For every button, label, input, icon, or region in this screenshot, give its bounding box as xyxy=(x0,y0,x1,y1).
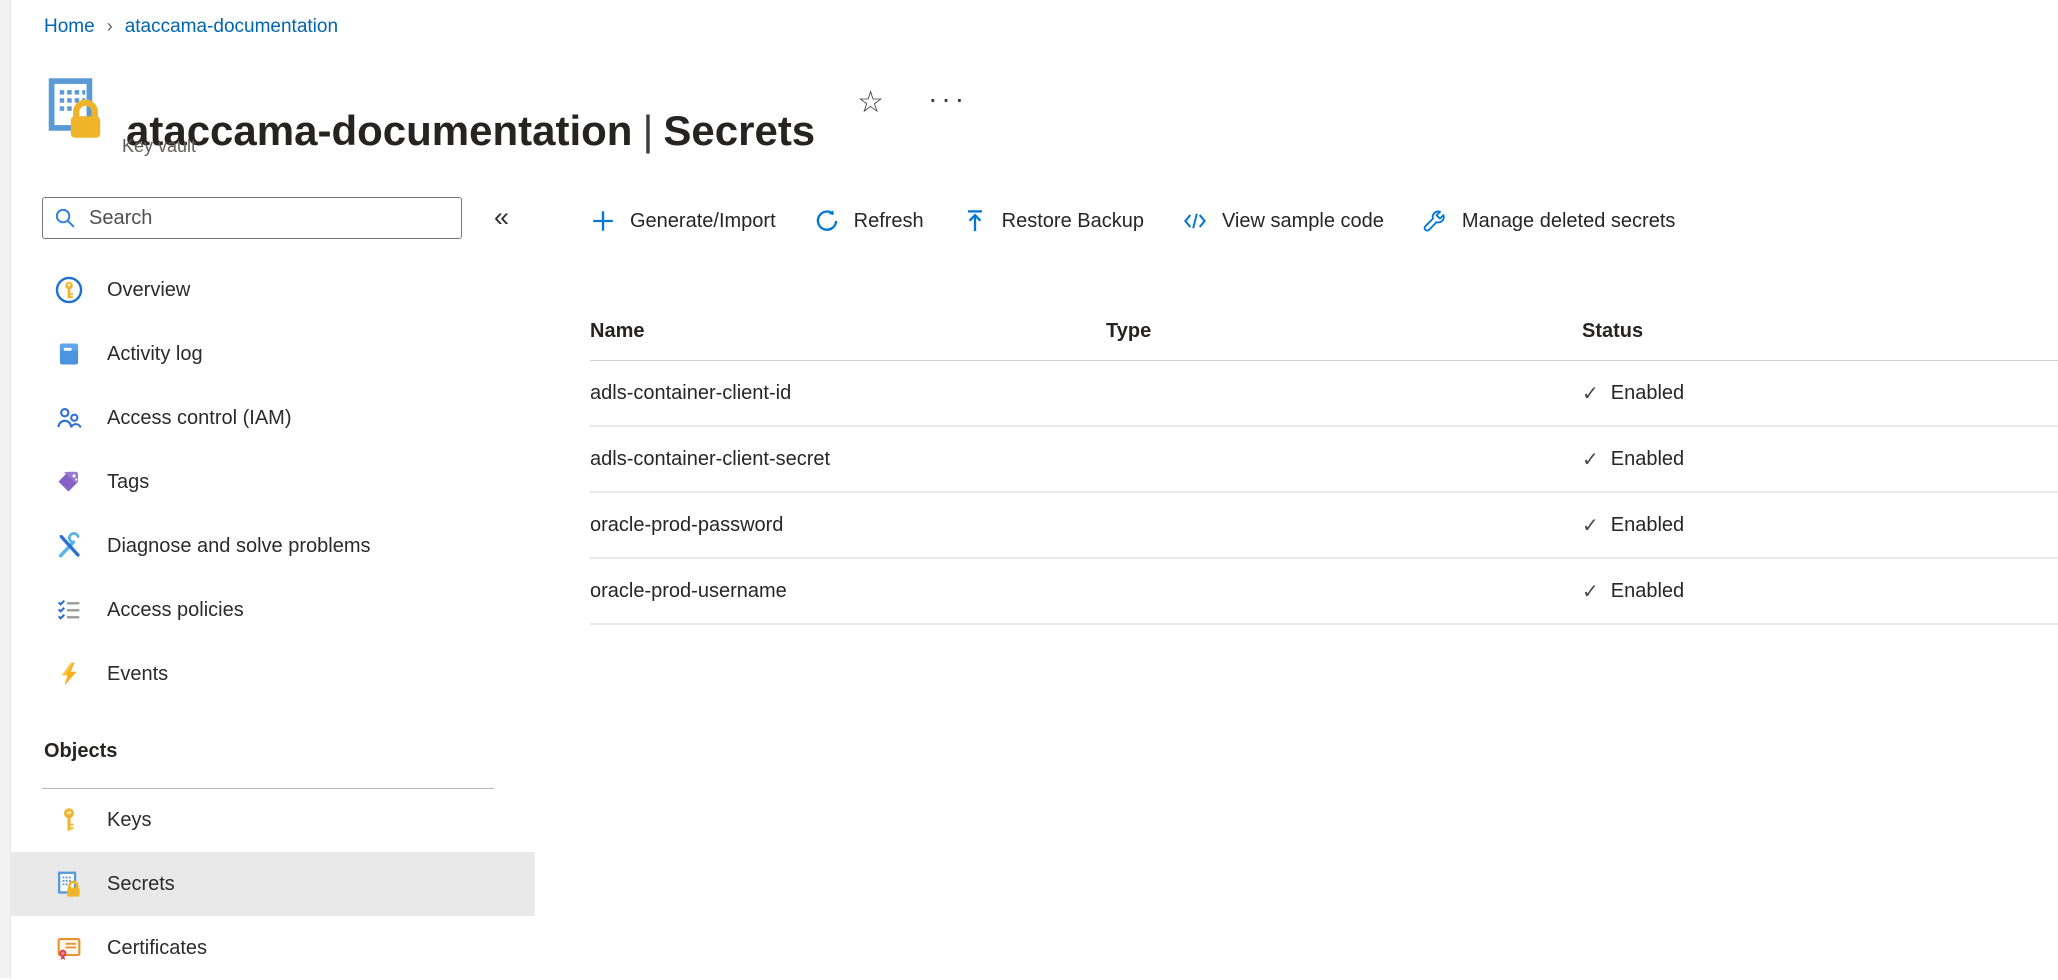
toolbar-button[interactable]: Generate/Import xyxy=(590,208,776,234)
table-row[interactable]: oracle-prod-password ✓ Enabled xyxy=(590,493,2058,559)
page-title: ataccama-documentation|Secrets xyxy=(126,102,815,160)
sidebar-item-label: Certificates xyxy=(107,937,207,960)
people-icon xyxy=(55,404,83,432)
key-vault-icon xyxy=(42,74,108,144)
toolbar-button[interactable]: View sample code xyxy=(1182,208,1384,234)
sidebar-item[interactable]: Activity log xyxy=(10,322,535,386)
sidebar-collapse-chevron-icon[interactable]: « xyxy=(494,202,509,233)
sidebar-item[interactable]: Events xyxy=(10,642,535,706)
search-input[interactable] xyxy=(87,206,451,231)
sidebar-item[interactable]: Overview xyxy=(10,258,535,322)
secret-name: oracle-prod-username xyxy=(590,580,1106,603)
certificate-icon xyxy=(55,934,83,962)
toolbar-button-label: Manage deleted secrets xyxy=(1462,210,1675,233)
sidebar-item-label: Diagnose and solve problems xyxy=(107,535,371,558)
enabled-check-icon: ✓ xyxy=(1582,447,1599,472)
secret-status: ✓ Enabled xyxy=(1582,447,2058,472)
sidebar-item[interactable]: Secrets xyxy=(10,852,535,916)
sidebar-item-label: Events xyxy=(107,663,168,686)
book-icon xyxy=(55,340,83,368)
secret-name: oracle-prod-password xyxy=(590,514,1106,537)
resource-type-subtitle: Key vault xyxy=(122,136,196,157)
toolbar-button[interactable]: Restore Backup xyxy=(962,208,1144,234)
enabled-check-icon: ✓ xyxy=(1582,381,1599,406)
toolbar-button[interactable]: Refresh xyxy=(814,208,924,234)
breadcrumb-home-link[interactable]: Home xyxy=(44,16,95,38)
wrench-icon xyxy=(1422,208,1448,234)
sidebar-item[interactable]: Diagnose and solve problems xyxy=(10,514,535,578)
upload-arrow-icon xyxy=(962,208,988,234)
status-badge: Enabled xyxy=(1611,514,1684,537)
sidebar-item[interactable]: Tags xyxy=(10,450,535,514)
column-header-type[interactable]: Type xyxy=(1106,320,1582,343)
status-badge: Enabled xyxy=(1611,448,1684,471)
table-row[interactable]: adls-container-client-id ✓ Enabled xyxy=(590,361,2058,427)
command-bar: Generate/Import Refresh Restore Backup V… xyxy=(590,198,1675,244)
secret-name: adls-container-client-secret xyxy=(590,448,1106,471)
sidebar-item-label: Overview xyxy=(107,279,190,302)
breadcrumb: Home › ataccama-documentation xyxy=(44,16,338,38)
breadcrumb-separator-icon: › xyxy=(107,16,113,37)
sidebar-item[interactable]: Access control (IAM) xyxy=(10,386,535,450)
key-icon xyxy=(55,806,83,834)
more-options-ellipsis-icon[interactable]: ··· xyxy=(928,85,968,113)
column-header-name[interactable]: Name xyxy=(590,320,1106,343)
lightning-icon xyxy=(55,660,83,688)
code-icon xyxy=(1182,208,1208,234)
secret-name: adls-container-client-id xyxy=(590,382,1106,405)
sidebar-item[interactable]: Keys xyxy=(10,788,535,852)
key-circle-icon xyxy=(55,276,83,304)
search-icon xyxy=(53,206,77,230)
secret-status: ✓ Enabled xyxy=(1582,579,2058,604)
plus-icon xyxy=(590,208,616,234)
secret-status: ✓ Enabled xyxy=(1582,381,2058,406)
sidebar-item-label: Activity log xyxy=(107,343,203,366)
toolbar-button-label: Generate/Import xyxy=(630,210,776,233)
sidebar-nav: Overview Activity log Access control (IA… xyxy=(10,258,535,706)
table-row[interactable]: oracle-prod-username ✓ Enabled xyxy=(590,559,2058,625)
column-header-status[interactable]: Status xyxy=(1582,320,2058,343)
enabled-check-icon: ✓ xyxy=(1582,513,1599,538)
sidebar-item-label: Access control (IAM) xyxy=(107,407,291,430)
status-badge: Enabled xyxy=(1611,382,1684,405)
table-header-row: Name Type Status xyxy=(590,302,2058,361)
checklist-icon xyxy=(55,596,83,624)
breadcrumb-keyvault-link[interactable]: ataccama-documentation xyxy=(125,16,338,38)
sidebar-item[interactable]: Certificates xyxy=(10,916,535,980)
refresh-icon xyxy=(814,208,840,234)
status-badge: Enabled xyxy=(1611,580,1684,603)
secret-status: ✓ Enabled xyxy=(1582,513,2058,538)
table-row[interactable]: adls-container-client-secret ✓ Enabled xyxy=(590,427,2058,493)
enabled-check-icon: ✓ xyxy=(1582,579,1599,604)
toolbar-button[interactable]: Manage deleted secrets xyxy=(1422,208,1675,234)
secrets-table: Name Type Status adls-container-client-i… xyxy=(590,302,2058,625)
sidebar-item-label: Tags xyxy=(107,471,149,494)
tag-icon xyxy=(55,468,83,496)
sidebar-item-label: Secrets xyxy=(107,873,175,896)
sidebar-objects-nav: Keys Secrets Certificates xyxy=(10,788,535,980)
sidebar-item-label: Access policies xyxy=(107,599,244,622)
sidebar-item[interactable]: Access policies xyxy=(10,578,535,642)
sidebar-item-label: Keys xyxy=(107,809,151,832)
sidebar-search[interactable] xyxy=(42,197,462,239)
toolbar-button-label: Restore Backup xyxy=(1002,210,1144,233)
page-header: ataccama-documentation|Secrets ☆ ··· xyxy=(42,74,968,188)
objects-section-header: Objects xyxy=(44,740,117,763)
toolbar-button-label: View sample code xyxy=(1222,210,1384,233)
toolbar-button-label: Refresh xyxy=(854,210,924,233)
favorite-star-icon[interactable]: ☆ xyxy=(857,88,884,118)
key-vault-small-icon xyxy=(55,870,83,898)
tools-icon xyxy=(55,532,83,560)
